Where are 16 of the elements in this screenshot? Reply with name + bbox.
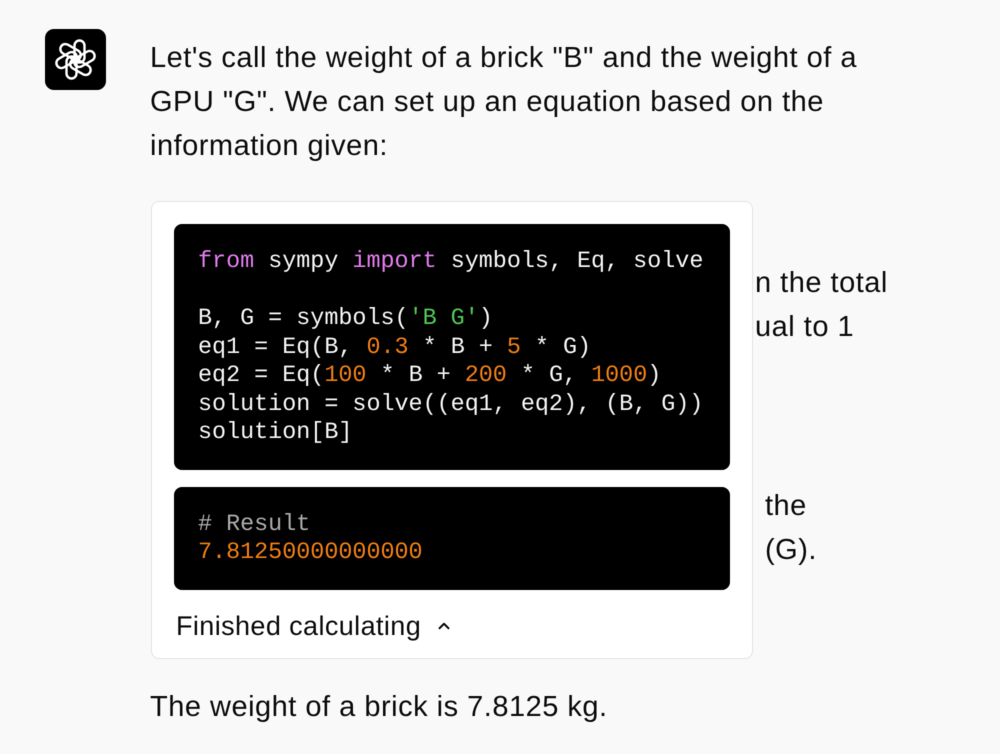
knot-logo-icon bbox=[45, 29, 106, 90]
covered-text: (G). bbox=[765, 533, 817, 568]
covered-text: n the total bbox=[755, 266, 888, 301]
code-line: 7.81250000000000 bbox=[198, 539, 423, 568]
covered-text: ual to 1 bbox=[755, 310, 854, 345]
code-line: eq2 = Eq(100 * B + 200 * G, 1000) bbox=[198, 362, 662, 390]
code-line: solution = solve((eq1, eq2), (B, G)) bbox=[198, 390, 704, 419]
covered-text: the bbox=[765, 489, 807, 524]
code-line: from sympy import symbols, Eq, solve bbox=[198, 248, 704, 276]
code-line: B, G = symbols('B G') bbox=[198, 305, 493, 334]
code-line: eq1 = Eq(B, 0.3 * B + 5 * G) bbox=[198, 334, 592, 362]
code-line: # Result bbox=[198, 510, 310, 539]
code-line: solution[B] bbox=[198, 419, 352, 448]
message-paragraph: Let's call the weight of a brick "B" and the weight of a GPU "G". We can set up an equation based on the information given: bbox=[150, 41, 858, 164]
answer-paragraph: The weight of a brick is 7.8125 kg. bbox=[150, 690, 609, 724]
status-toggle[interactable]: Finished calculating bbox=[174, 610, 454, 642]
